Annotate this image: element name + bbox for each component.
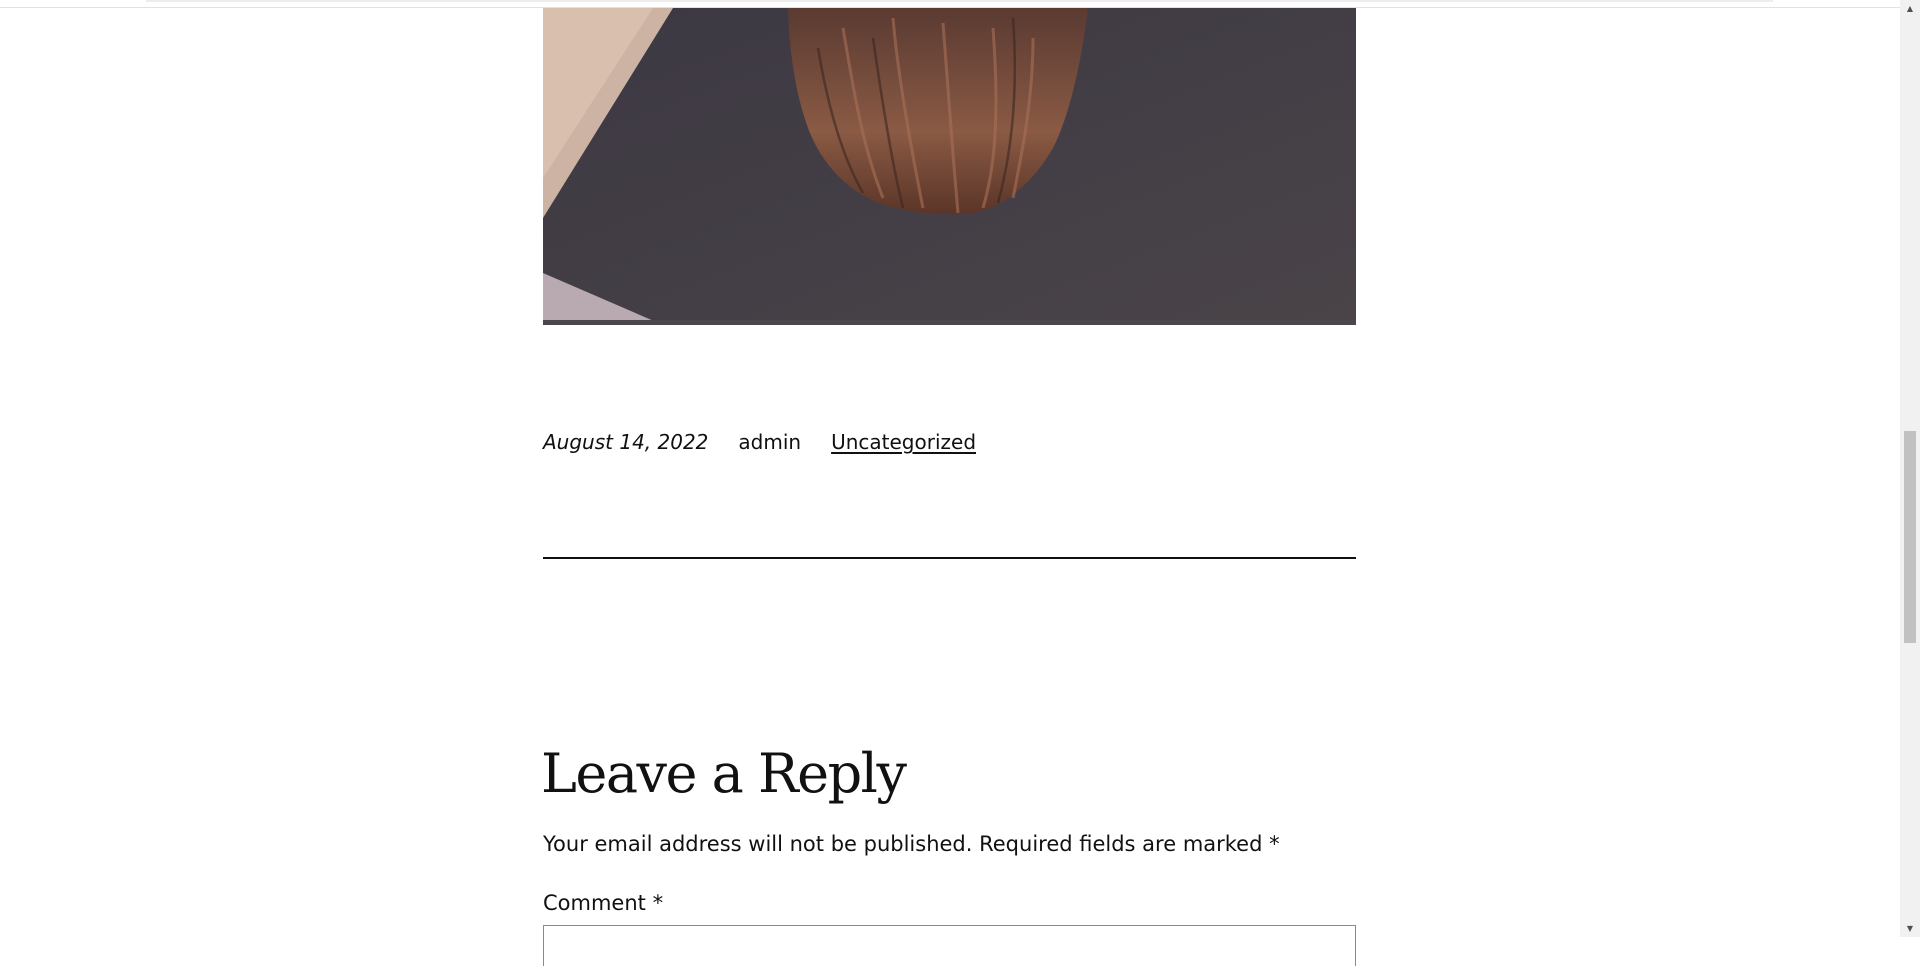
- page-scrollbar[interactable]: ▲ ▼: [1900, 0, 1920, 937]
- comment-textarea[interactable]: [543, 925, 1356, 966]
- reply-heading: Leave a Reply: [541, 742, 907, 805]
- post-separator: [543, 557, 1356, 559]
- scroll-thumb[interactable]: [1904, 431, 1916, 643]
- post-meta: August 14, 2022 admin Uncategorized: [543, 428, 976, 456]
- post-date: August 14, 2022: [543, 430, 709, 454]
- scroll-up-arrow-icon[interactable]: ▲: [1900, 0, 1920, 17]
- post-category-link[interactable]: Uncategorized: [831, 430, 976, 454]
- post-featured-image: [543, 8, 1356, 325]
- comment-notes: Your email address will not be published…: [543, 832, 1280, 856]
- comment-label: Comment *: [543, 891, 664, 915]
- dog-photo-graphic: [543, 8, 1356, 325]
- scroll-down-arrow-icon[interactable]: ▼: [1900, 920, 1920, 937]
- top-strip: [146, 0, 1773, 2]
- post-author: admin: [738, 430, 802, 454]
